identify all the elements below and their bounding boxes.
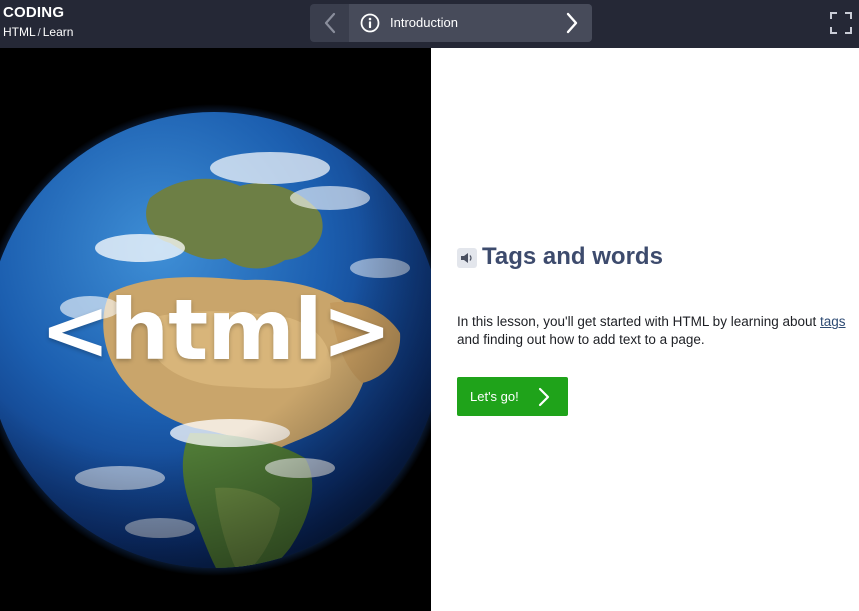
chevron-left-icon <box>324 12 335 34</box>
next-lesson-button[interactable] <box>552 4 592 42</box>
lets-go-button[interactable]: Let's go! <box>457 377 568 416</box>
brand-title: CODING <box>3 4 65 21</box>
lesson-hero-image: <html> <box>0 48 431 611</box>
description-text-end: and finding out how to add text to a pag… <box>457 332 705 347</box>
speaker-icon <box>461 253 472 263</box>
breadcrumb-course[interactable]: HTML <box>3 25 36 39</box>
lets-go-button-label: Let's go! <box>470 389 519 404</box>
lesson-title: Tags and words <box>482 243 663 270</box>
breadcrumb: HTML / Learn <box>3 24 73 41</box>
lesson-description: In this lesson, you'll get started with … <box>457 313 852 349</box>
brand: CODING HTML / Learn <box>3 4 73 41</box>
chevron-right-icon <box>566 12 578 34</box>
breadcrumb-section[interactable]: Learn <box>43 25 74 39</box>
current-lesson-label: Introduction <box>390 15 458 30</box>
chevron-right-icon <box>538 387 550 407</box>
description-text-start: In this lesson, you'll get started with … <box>457 314 821 329</box>
tags-glossary-link[interactable]: tags <box>820 314 846 329</box>
top-bar: CODING HTML / Learn Introduction <box>0 0 859 48</box>
lesson-content: Tags and words In this lesson, you'll ge… <box>431 48 859 611</box>
info-circle-icon <box>360 13 380 33</box>
previous-lesson-button[interactable] <box>310 4 349 42</box>
lesson-navigator: Introduction <box>310 4 592 42</box>
fullscreen-icon[interactable] <box>829 11 853 35</box>
breadcrumb-separator: / <box>37 27 41 39</box>
hero-html-tag-text: <html> <box>39 281 392 379</box>
read-aloud-button[interactable] <box>457 248 477 268</box>
